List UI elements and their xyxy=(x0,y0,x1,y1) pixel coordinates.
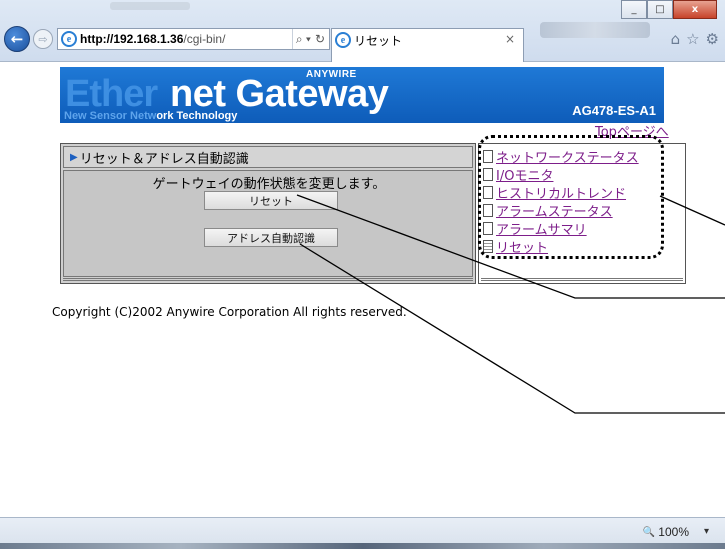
taskbar-edge xyxy=(0,543,725,549)
panel-title: リセット＆アドレス自動認識 xyxy=(79,151,249,167)
panel-description: ゲートウェイの動作状態を変更します。 xyxy=(152,177,386,192)
arrow-right-icon: ⇨ xyxy=(38,32,48,46)
browser-window: _ □ x ← ⇨ e http://192.168.1.36/cgi-bin/… xyxy=(0,0,725,549)
tab-close-icon[interactable]: × xyxy=(505,32,515,46)
ie-icon: e xyxy=(61,31,77,47)
copyright-text: Copyright (C)2002 Anywire Corporation Al… xyxy=(52,305,407,319)
address-auto-recognition-button[interactable]: アドレス自動認識 xyxy=(204,228,338,247)
home-icon[interactable]: ⌂ xyxy=(671,30,681,48)
banner-tagline: New Sensor Network Technology xyxy=(64,110,237,122)
refresh-icon[interactable]: ↻ xyxy=(315,32,325,46)
menu-divider xyxy=(481,278,683,281)
triangle-right-icon: ▶ xyxy=(70,151,78,163)
window-controls: _ □ x xyxy=(621,0,717,19)
title-bar-text xyxy=(110,2,190,10)
reset-panel: ▶ リセット＆アドレス自動認識 ゲートウェイの動作状態を変更します。 リセット … xyxy=(60,143,476,284)
tab-title: リセット xyxy=(354,34,403,48)
web-page: Ether net Gateway ANYWIRE New Sensor Net… xyxy=(0,63,725,517)
tab-reset[interactable]: e リセット × xyxy=(331,28,524,62)
panel-divider xyxy=(63,278,473,281)
back-button[interactable]: ← xyxy=(4,26,30,52)
tagline-bright: ork Technology xyxy=(156,110,238,122)
settings-gear-icon[interactable]: ⚙ xyxy=(706,30,719,48)
panel-header: ▶ リセット＆アドレス自動認識 xyxy=(63,146,473,168)
favorites-star-icon[interactable]: ☆ xyxy=(686,30,699,48)
minimize-button[interactable]: _ xyxy=(621,0,647,19)
url-path: /cgi-bin/ xyxy=(183,32,226,46)
zoom-level: 100% xyxy=(658,525,689,539)
close-button[interactable]: x xyxy=(673,0,717,19)
menu-highlight-outline xyxy=(478,135,664,259)
address-actions: ⌕ ▾ ↻ xyxy=(291,29,329,49)
product-banner: Ether net Gateway ANYWIRE New Sensor Net… xyxy=(60,67,664,123)
panel-body: ゲートウェイの動作状態を変更します。 リセット アドレス自動認識 xyxy=(63,170,473,277)
inactive-tab[interactable] xyxy=(540,22,650,38)
browser-chrome: _ □ x ← ⇨ e http://192.168.1.36/cgi-bin/… xyxy=(0,0,725,62)
ie-tab-icon: e xyxy=(335,32,351,48)
reset-button[interactable]: リセット xyxy=(204,191,338,210)
zoom-magnifier-icon: 🔍 xyxy=(642,526,656,538)
maximize-button[interactable]: □ xyxy=(647,0,673,19)
address-bar[interactable]: e http://192.168.1.36/cgi-bin/ ⌕ ▾ ↻ xyxy=(57,28,330,50)
arrow-left-icon: ← xyxy=(10,30,24,48)
zoom-dropdown-icon[interactable]: ▾ xyxy=(704,526,709,537)
banner-brand: ANYWIRE xyxy=(306,69,357,80)
url-host: http://192.168.1.36 xyxy=(80,32,184,46)
zoom-control[interactable]: 🔍 100% xyxy=(643,525,689,539)
forward-button[interactable]: ⇨ xyxy=(33,29,53,49)
browser-toolbar-icons: ⌂ ☆ ⚙ xyxy=(671,30,719,48)
model-number: AG478-ES-A1 xyxy=(572,103,656,118)
search-dropdown-icon[interactable]: ⌕ ▾ xyxy=(296,32,311,47)
tagline-dim: New Sensor Netw xyxy=(64,110,157,122)
